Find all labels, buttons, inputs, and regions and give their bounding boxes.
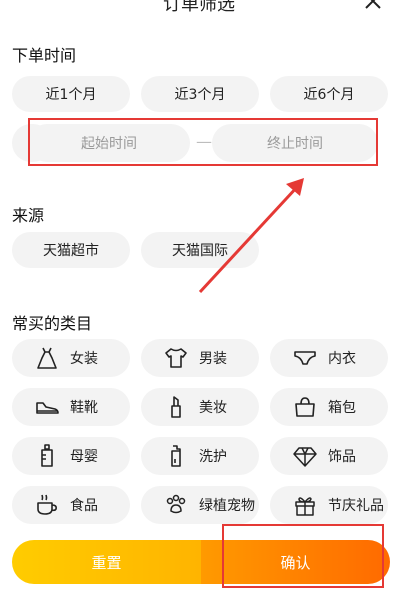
range-1-month[interactable]: 近1个月 bbox=[12, 76, 130, 112]
bottle-icon bbox=[171, 445, 181, 467]
category-mother-baby[interactable]: 母婴 bbox=[12, 437, 130, 475]
dress-icon bbox=[37, 347, 57, 369]
category-label: 男装 bbox=[199, 351, 227, 367]
annotation-box-confirm bbox=[222, 524, 384, 588]
section-title-source: 来源 bbox=[12, 206, 45, 225]
range-6-months[interactable]: 近6个月 bbox=[270, 76, 388, 112]
category-label: 食品 bbox=[70, 498, 98, 514]
category-label: 母婴 bbox=[70, 449, 98, 465]
category-label: 洗护 bbox=[199, 449, 227, 465]
category-food[interactable]: 食品 bbox=[12, 486, 130, 524]
category-label: 女装 bbox=[70, 351, 98, 367]
category-washcare[interactable]: 洗护 bbox=[141, 437, 259, 475]
category-shoes[interactable]: 鞋靴 bbox=[12, 388, 130, 426]
underwear-icon bbox=[294, 351, 316, 365]
cup-icon bbox=[37, 494, 57, 515]
lipstick-icon bbox=[171, 396, 181, 418]
source-tmall-global[interactable]: 天猫国际 bbox=[141, 232, 259, 268]
tshirt-icon bbox=[165, 348, 187, 368]
close-icon[interactable] bbox=[364, 0, 382, 10]
category-label: 绿植宠物 bbox=[199, 498, 255, 514]
baby-bottle-icon bbox=[41, 444, 53, 467]
category-men-clothing[interactable]: 男装 bbox=[141, 339, 259, 377]
paw-icon bbox=[166, 494, 186, 514]
category-festival-gifts[interactable]: 节庆礼品 bbox=[270, 486, 388, 524]
category-label: 美妆 bbox=[199, 400, 227, 416]
section-title-order-time: 下单时间 bbox=[12, 46, 77, 65]
shoe-icon bbox=[36, 402, 59, 414]
category-label: 箱包 bbox=[328, 400, 356, 416]
category-cosmetics[interactable]: 美妆 bbox=[141, 388, 259, 426]
category-women-clothing[interactable]: 女装 bbox=[12, 339, 130, 377]
gift-icon bbox=[295, 497, 315, 516]
range-3-months[interactable]: 近3个月 bbox=[141, 76, 259, 112]
category-bags[interactable]: 箱包 bbox=[270, 388, 388, 426]
category-label: 鞋靴 bbox=[70, 400, 98, 416]
category-label: 饰品 bbox=[328, 449, 356, 465]
dialog-title: 订单筛选 bbox=[163, 0, 235, 15]
bag-icon bbox=[295, 397, 315, 417]
reset-button[interactable]: 重置 bbox=[12, 540, 201, 584]
category-label: 节庆礼品 bbox=[328, 498, 384, 514]
category-accessories[interactable]: 饰品 bbox=[270, 437, 388, 475]
diamond-icon bbox=[293, 447, 317, 467]
annotation-box-date-range bbox=[28, 118, 378, 166]
category-plants-pets[interactable]: 绿植宠物 bbox=[141, 486, 259, 524]
category-label: 内衣 bbox=[328, 351, 356, 367]
source-tmall-supermarket[interactable]: 天猫超市 bbox=[12, 232, 130, 268]
section-title-categories: 常买的类目 bbox=[12, 314, 93, 333]
category-underwear[interactable]: 内衣 bbox=[270, 339, 388, 377]
